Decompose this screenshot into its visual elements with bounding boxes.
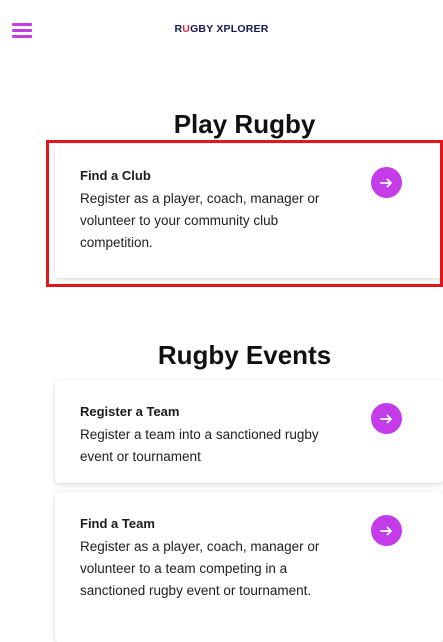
card-find-a-club[interactable]: Find a Club Register as a player, coach,… bbox=[55, 144, 443, 278]
card-description: Register as a player, coach, manager or … bbox=[80, 191, 320, 250]
section-title-rugby-events: Rugby Events bbox=[157, 340, 332, 370]
card-title: Register a Team bbox=[80, 404, 180, 419]
card-find-a-team[interactable]: Find a Team Register as a player, coach,… bbox=[55, 492, 443, 642]
brand-logo[interactable]: RUGBY XPLORER bbox=[0, 23, 443, 35]
arrow-right-icon[interactable] bbox=[371, 403, 402, 434]
section-title-play-rugby: Play Rugby bbox=[173, 109, 316, 139]
card-title: Find a Team bbox=[80, 516, 155, 531]
arrow-right-icon[interactable] bbox=[371, 515, 402, 546]
card-title: Find a Club bbox=[80, 168, 151, 183]
card-register-a-team[interactable]: Register a Team Register a team into a s… bbox=[55, 380, 443, 483]
card-description: Register a team into a sanctioned rugby … bbox=[80, 427, 319, 464]
card-description: Register as a player, coach, manager or … bbox=[80, 539, 320, 598]
arrow-right-icon[interactable] bbox=[371, 167, 402, 198]
